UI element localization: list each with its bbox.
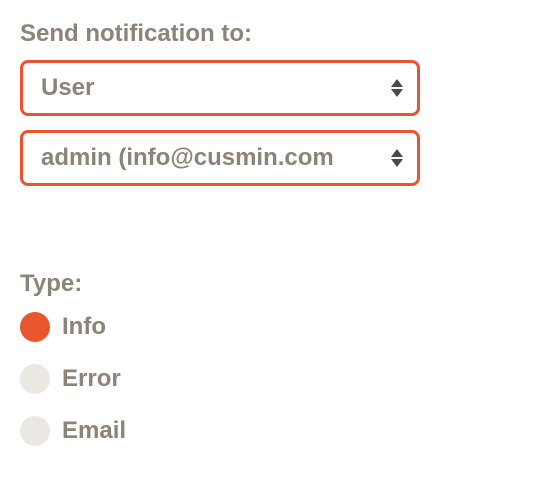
- radio-option-error[interactable]: Error: [20, 364, 532, 394]
- radio-dot-icon: [20, 364, 50, 394]
- notification-label: Send notification to:: [20, 20, 532, 48]
- radio-option-email[interactable]: Email: [20, 416, 532, 446]
- radio-label: Error: [62, 365, 121, 393]
- recipient-type-value: User: [23, 74, 417, 102]
- type-radio-group: Info Error Email: [20, 312, 532, 446]
- recipient-select[interactable]: admin (info@cusmin.com: [20, 130, 420, 186]
- radio-label: Info: [62, 313, 106, 341]
- type-label: Type:: [20, 270, 532, 298]
- radio-option-info[interactable]: Info: [20, 312, 532, 342]
- radio-label: Email: [62, 417, 126, 445]
- radio-dot-icon: [20, 312, 50, 342]
- recipient-value: admin (info@cusmin.com: [23, 144, 417, 172]
- recipient-type-select[interactable]: User: [20, 60, 420, 116]
- radio-dot-icon: [20, 416, 50, 446]
